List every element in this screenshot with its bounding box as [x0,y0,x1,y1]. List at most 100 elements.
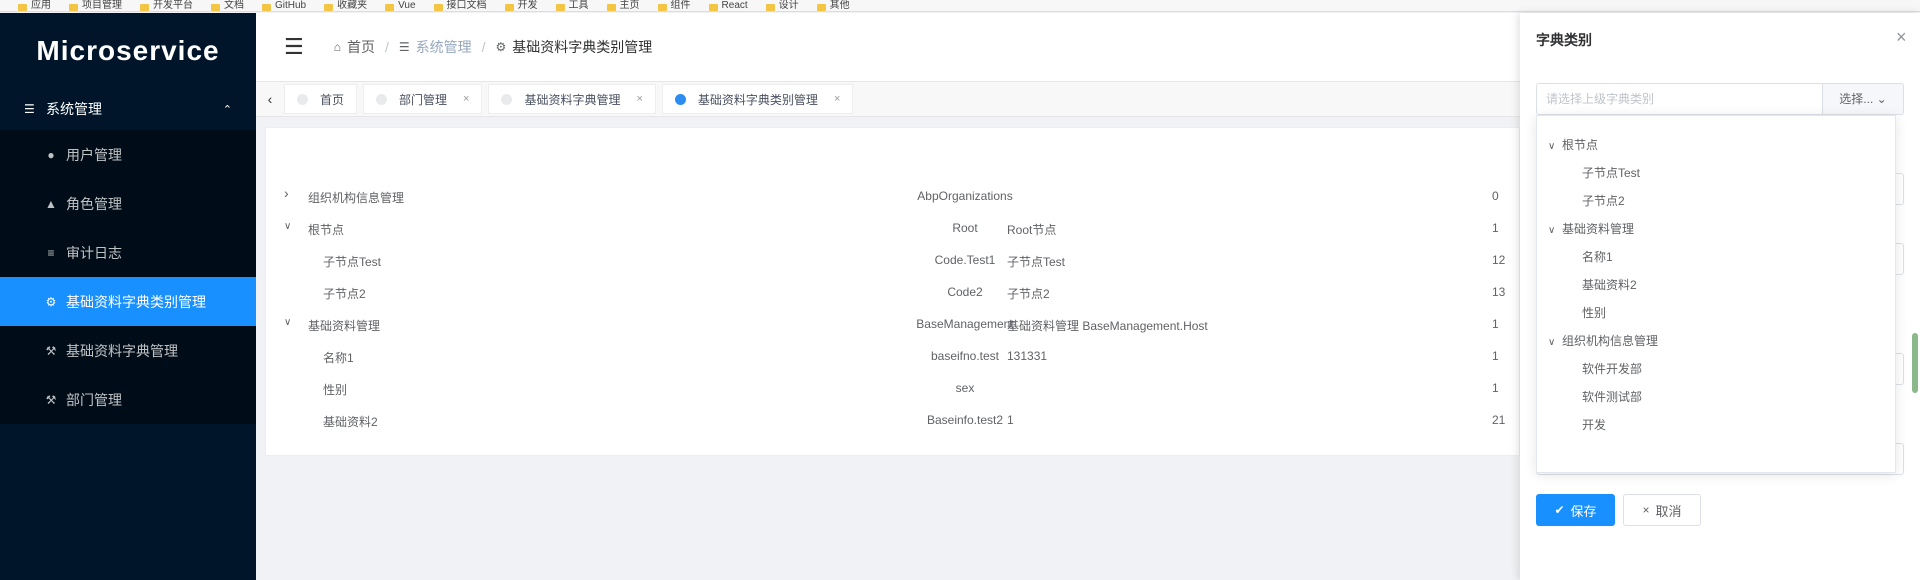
role-icon: ▲ [45,196,57,211]
table-row[interactable]: › 组织机构信息管理 AbpOrganizations 0 [266,180,1521,212]
save-button[interactable]: ✔ 保存 [1536,494,1615,526]
menu-group-system[interactable]: ☰ 系统管理 ⌃ [0,88,256,130]
chevron-down-icon[interactable]: ∨ [1548,225,1562,236]
tab-tag[interactable]: 基础资料字典类别管理 × [661,84,854,114]
tab-tag[interactable]: 基础资料字典管理 × [488,84,656,114]
tree-node[interactable]: 软件测试部 [1582,388,1642,405]
table-row[interactable]: 性别 sex 1 [266,372,1521,404]
tree-node[interactable]: 软件开发部 [1582,360,1642,377]
bookmark-item[interactable]: 设计 [766,1,799,11]
cell-remark: Root节点 [1007,223,1057,237]
tree-node[interactable]: 名称1 [1582,248,1613,265]
tag-label: 首页 [320,92,345,107]
bookmark-item[interactable]: GitHub [262,1,306,11]
close-small-icon: × [1642,503,1650,517]
tree-node[interactable]: ∨ 基础资料管理 [1548,220,1634,237]
close-icon[interactable]: × [834,93,840,105]
cell-code: sex [955,381,975,395]
chevron-down-icon[interactable]: ∨ [284,221,291,232]
sidebar-item[interactable]: ● 用户管理 [0,130,256,179]
parent-category-input[interactable]: 请选择上级字典类别 [1536,83,1836,115]
user-icon: ● [47,147,55,162]
submenu: ● 用户管理 ▲ 角色管理 ≡ 审计日志 ⚙ 基础资料字典类别管理 ⚒ 基础资料字典管理 ⚒ 部门管理 [0,130,256,424]
bookmark-item[interactable]: 应用 [18,1,51,11]
sidebar-item[interactable]: ⚒ 基础资料字典管理 [0,326,256,375]
breadcrumb-home[interactable]: 首页 [347,37,375,57]
scroll-left-icon[interactable]: ‹ [256,91,284,107]
sidebar-item-label: 用户管理 [66,146,122,163]
table-row[interactable]: 名称1 baseifno.test 131331 1 [266,340,1521,372]
gear-icon: ⚙ [495,40,507,54]
cell-name: 基础资料管理 [308,319,381,333]
hamburger-icon[interactable]: ☰ [284,34,304,60]
bookmark-item[interactable]: 其他 [817,1,850,11]
table-row[interactable]: ∨ 基础资料管理 BaseManagement 基础资料管理 BaseManageme… [266,308,1521,340]
sidebar-item[interactable]: ⚒ 部门管理 [0,375,256,424]
table-row[interactable]: ∨ 根节点 Root Root节点 1 [266,212,1521,244]
bookmark-item[interactable]: 组件 [658,1,691,11]
select-button[interactable]: 选择... ⌄ [1822,83,1904,115]
tree-node-label: 名称1 [1582,250,1613,264]
bookmark-item[interactable]: 工具 [556,1,589,11]
cancel-button[interactable]: × 取消 [1623,494,1701,526]
bookmark-item[interactable]: 收藏夹 [324,1,367,11]
home-icon: ⌂ [333,40,341,54]
bookmark-item[interactable]: 文档 [211,1,244,11]
sidebar-item[interactable]: ⚙ 基础资料字典类别管理 [0,277,256,326]
chevron-right-icon[interactable]: › [284,185,289,201]
bookmark-item[interactable]: 项目管理 [69,1,122,11]
cell-name: 组织机构信息管理 [308,191,405,205]
cell-sort: 13 [1492,285,1506,299]
table-row[interactable]: 子节点Test Code.Test1 子节点Test 12 [266,244,1521,276]
cell-code: Baseinfo.test2 [926,413,1004,427]
tree-node[interactable]: ∨ 组织机构信息管理 [1548,332,1658,349]
bookmark-item[interactable]: 开发 [505,1,538,11]
tree-node[interactable]: 子节点2 [1582,192,1625,209]
cell-sort: 21 [1492,413,1506,427]
chevron-up-icon: ⌃ [222,103,232,116]
drawer-title: 字典类别 [1536,32,1592,48]
tree-node-label: 根节点 [1562,138,1599,152]
tree-node[interactable]: 开发 [1582,416,1606,433]
tree-node[interactable]: 子节点Test [1582,164,1640,181]
breadcrumb-current: 基础资料字典类别管理 [512,39,653,55]
chevron-down-icon[interactable]: ∨ [284,317,291,328]
tree-node[interactable]: 基础资料2 [1582,276,1637,293]
bookmark-item[interactable]: 接口文档 [434,1,487,11]
chevron-down-icon[interactable]: ∨ [1548,337,1562,348]
table-row[interactable]: 基础资料2 Baseinfo.test2 1 21 [266,404,1521,436]
tab-tag[interactable]: 首页 [284,84,358,114]
breadcrumb-separator: / [481,39,486,55]
close-icon[interactable]: × [463,93,469,105]
tree-node[interactable]: 性别 [1582,304,1606,321]
sidebar-item[interactable]: ≡ 审计日志 [0,228,256,277]
bookmark-item[interactable]: Vue [385,1,415,11]
tree-node-label: 子节点Test [1582,166,1641,180]
tree-node-label: 子节点2 [1582,194,1625,208]
bookmark-item[interactable]: React [709,1,748,11]
wrench-icon: ⚒ [45,392,57,407]
breadcrumb: ⌂ 首页 / ☰ 系统管理 / ⚙ 基础资料字典类别管理 [334,37,653,57]
close-icon[interactable]: × [636,93,642,105]
menu-group-label: 系统管理 [46,101,102,117]
cell-sort: 1 [1492,317,1499,331]
tag-dot-icon [501,93,513,105]
chevron-down-icon[interactable]: ∨ [1548,141,1562,152]
scrollbar[interactable] [1912,333,1918,393]
cell-sort: 1 [1492,381,1499,395]
tab-tag[interactable]: 部门管理 × [363,84,483,114]
bookmark-item[interactable]: 主页 [607,1,640,11]
sidebar-item[interactable]: ▲ 角色管理 [0,179,256,228]
category-table: › 组织机构信息管理 AbpOrganizations 0 ∨ 根节点 Root Root节点… [265,127,1520,456]
sidebar-item-label: 基础资料字典类别管理 [66,293,206,310]
list-icon: ≡ [47,245,55,260]
cell-name: 名称1 [323,351,354,365]
save-label: 保存 [1570,503,1597,519]
bookmark-item[interactable]: 开发平台 [140,1,193,11]
tree-node-label: 基础资料管理 [1562,222,1635,236]
close-icon[interactable]: × [1896,27,1907,48]
select-button-label: 选择... [1839,92,1874,106]
cell-sort: 0 [1492,189,1499,203]
table-row[interactable]: 子节点2 Code2 子节点2 13 [266,276,1521,308]
tree-node[interactable]: ∨ 根节点 [1548,136,1598,153]
